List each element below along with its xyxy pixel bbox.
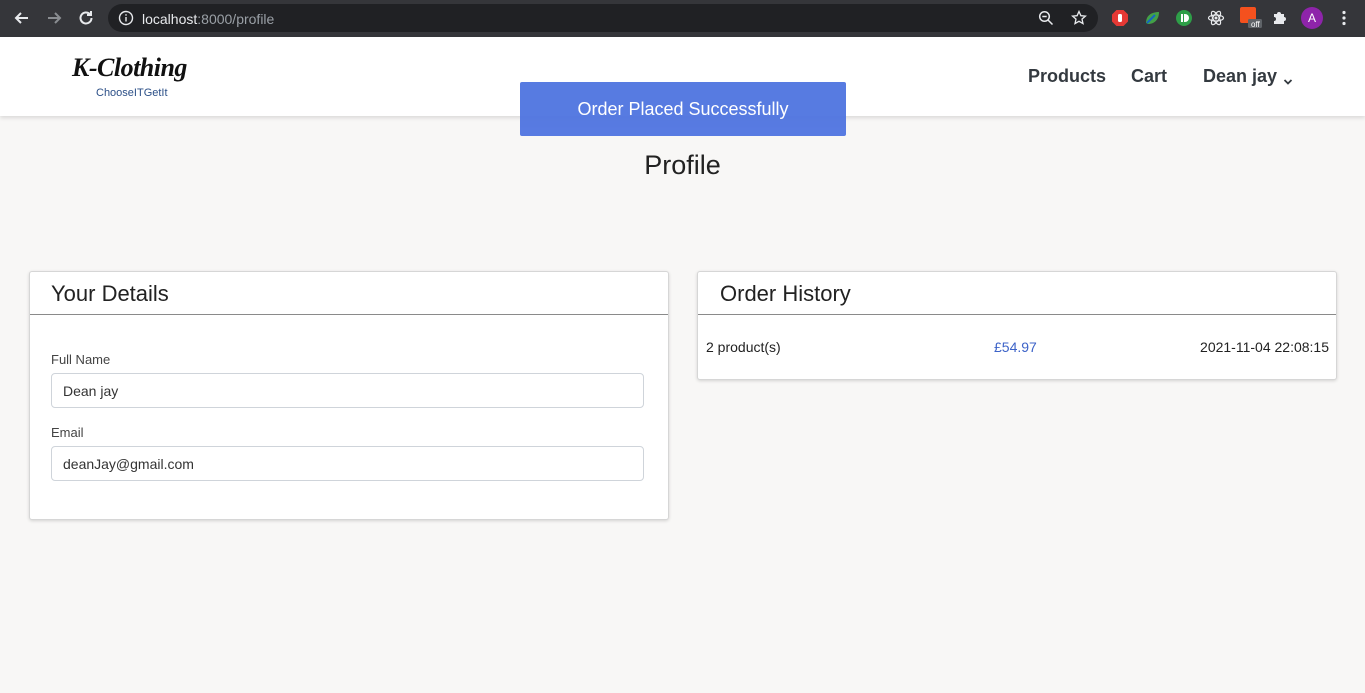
- logo-title: K-Clothing: [72, 53, 187, 82]
- order-date: 2021-11-04 22:08:15: [1200, 339, 1329, 355]
- browser-toolbar: localhost:8000/profile off A: [0, 0, 1365, 37]
- react-devtools-icon[interactable]: [1207, 9, 1225, 27]
- back-button[interactable]: [12, 8, 32, 28]
- full-name-input[interactable]: [51, 373, 644, 408]
- tracker-extension-icon[interactable]: off: [1240, 7, 1262, 29]
- page-title: Profile: [644, 150, 721, 180]
- email-label: Email: [51, 425, 84, 440]
- address-bar[interactable]: localhost:8000/profile: [108, 4, 1098, 32]
- extensions-puzzle-icon[interactable]: [1271, 9, 1289, 27]
- dashlane-extension-icon[interactable]: [1175, 9, 1193, 27]
- profile-avatar[interactable]: A: [1301, 7, 1323, 29]
- forward-arrow-icon: [48, 12, 62, 24]
- zoom-icon[interactable]: [1038, 10, 1054, 31]
- extension-badge: off: [1251, 20, 1260, 29]
- order-success-toast: Order Placed Successfully: [520, 82, 846, 136]
- order-product-count: 2 product(s): [706, 339, 781, 355]
- leaf-extension-icon[interactable]: [1143, 9, 1161, 27]
- reload-button[interactable]: [76, 8, 96, 28]
- order-history-header: Order History: [698, 272, 1336, 315]
- chevron-down-icon[interactable]: [1283, 73, 1293, 91]
- menu-kebab-icon[interactable]: [1335, 9, 1353, 27]
- site-logo[interactable]: K-Clothing ChooseITGetIt: [70, 53, 200, 103]
- bookmark-star-icon[interactable]: [1071, 9, 1087, 31]
- forward-button[interactable]: [44, 8, 64, 28]
- logo-tagline: ChooseITGetIt: [96, 87, 168, 99]
- details-heading: Your Details: [51, 281, 169, 306]
- toast-message: Order Placed Successfully: [577, 98, 789, 119]
- nav-cart-link[interactable]: Cart: [1131, 66, 1167, 87]
- details-card-header: Your Details: [30, 272, 668, 315]
- adblock-extension-icon[interactable]: [1111, 9, 1129, 27]
- full-name-label: Full Name: [51, 352, 111, 367]
- nav-products-link[interactable]: Products: [1028, 66, 1106, 87]
- order-history-card: Order History 2 product(s) £54.97 2021-1…: [697, 271, 1337, 380]
- email-input[interactable]: [51, 446, 644, 481]
- url-text: localhost:8000/profile: [142, 11, 274, 27]
- url-host: localhost: [142, 11, 198, 27]
- order-price: £54.97: [994, 339, 1037, 355]
- details-card: Your Details Full Name Email: [29, 271, 669, 520]
- user-menu-toggle[interactable]: Dean jay: [1203, 66, 1277, 87]
- site-info-icon[interactable]: [118, 10, 134, 31]
- reload-icon: [79, 11, 93, 25]
- url-path: :8000/profile: [197, 11, 275, 27]
- order-history-heading: Order History: [720, 281, 851, 306]
- back-arrow-icon: [14, 12, 28, 24]
